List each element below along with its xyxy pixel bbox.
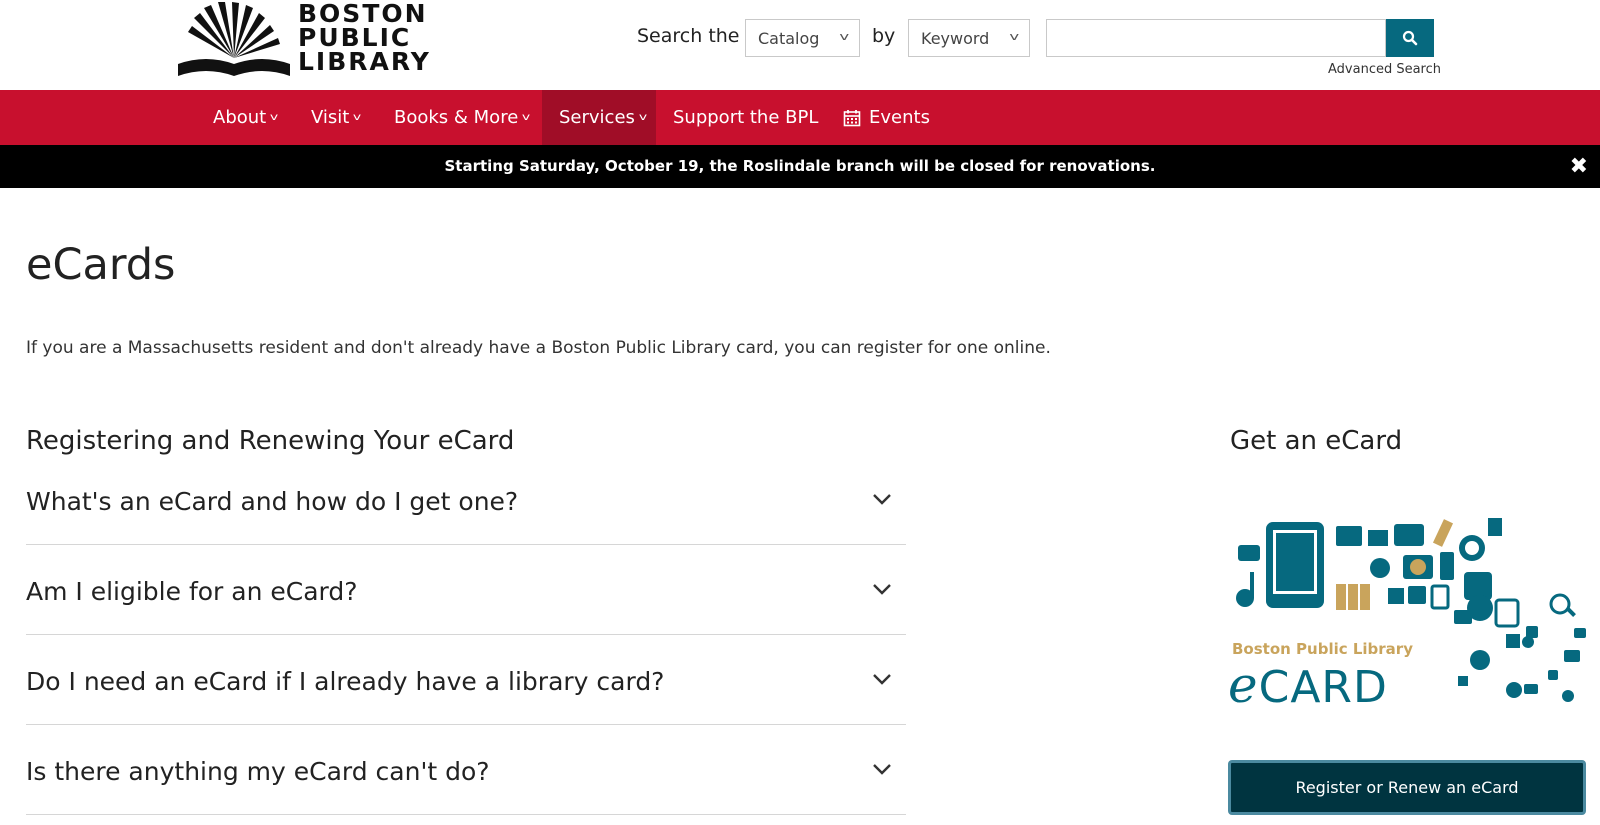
ecard-wordmark-card: CARD — [1258, 662, 1388, 713]
alert-banner: Starting Saturday, October 19, the Rosli… — [0, 145, 1600, 188]
book-fan-logo-icon — [178, 2, 290, 76]
nav-item-label: Services — [559, 107, 635, 128]
logo-line-3: LIBRARY — [298, 47, 431, 76]
search-field-select[interactable]: Keyword v — [908, 19, 1030, 57]
alert-text: Starting Saturday, October 19, the Rosli… — [444, 157, 1156, 175]
main-nav: About v Visit v Books & More v Services … — [0, 90, 1600, 145]
bpl-logo[interactable]: BOSTON PUBLIC LIBRARY — [178, 1, 431, 76]
faq-question: Is there anything my eCard can't do? — [26, 757, 490, 786]
nav-item-events[interactable]: Events — [826, 90, 947, 145]
chevron-down-icon — [873, 674, 891, 685]
close-icon[interactable]: ✖ — [1570, 145, 1588, 188]
section-heading: Registering and Renewing Your eCard — [26, 426, 515, 456]
register-renew-ecard-button[interactable]: Register or Renew an eCard — [1228, 760, 1586, 815]
intro-text: If you are a Massachusetts resident and … — [26, 338, 1051, 358]
nav-item-support[interactable]: Support the BPL — [656, 90, 835, 145]
chevron-down-icon: v — [1009, 30, 1020, 43]
nav-item-label: About — [213, 107, 267, 128]
nav-item-books-more[interactable]: Books & More v — [377, 90, 546, 145]
chevron-down-icon: v — [638, 112, 648, 123]
nav-item-about[interactable]: About v — [196, 90, 294, 145]
faq-question: Do I need an eCard if I already have a l… — [26, 667, 665, 696]
calendar-icon — [843, 109, 861, 126]
by-label: by — [872, 25, 896, 47]
search-button[interactable] — [1386, 19, 1434, 57]
sidebar-heading: Get an eCard — [1230, 426, 1403, 456]
faq-question: Am I eligible for an eCard? — [26, 577, 358, 606]
nav-item-label: Visit — [311, 107, 350, 128]
ecard-wordmark-e: e — [1228, 656, 1259, 714]
faq-accordion: What's an eCard and how do I get one? Am… — [26, 455, 906, 815]
advanced-search-link[interactable]: Advanced Search — [1328, 62, 1441, 77]
site-header: BOSTON PUBLIC LIBRARY Search the Catalog… — [0, 0, 1600, 90]
faq-question: What's an eCard and how do I get one? — [26, 487, 519, 516]
nav-item-label: Books & More — [394, 107, 519, 128]
logo-wordmark: BOSTON PUBLIC LIBRARY — [298, 1, 431, 76]
search-field-value: Keyword — [921, 29, 990, 48]
search-the-label: Search the — [637, 25, 740, 47]
search-scope-value: Catalog — [758, 29, 820, 48]
search-icon — [1402, 30, 1418, 46]
chevron-down-icon — [873, 494, 891, 505]
ecard-wordmark: eCARD — [1228, 656, 1388, 714]
nav-item-label: Support the BPL — [673, 107, 819, 128]
faq-item[interactable]: Is there anything my eCard can't do? — [26, 725, 906, 815]
chevron-down-icon: v — [522, 112, 531, 123]
chevron-down-icon — [873, 764, 891, 775]
nav-item-visit[interactable]: Visit v — [294, 90, 377, 145]
search-scope-select[interactable]: Catalog v — [745, 19, 860, 57]
faq-item[interactable]: Am I eligible for an eCard? — [26, 545, 906, 635]
chevron-down-icon: v — [839, 30, 850, 43]
chevron-down-icon: v — [270, 112, 279, 123]
chevron-down-icon: v — [353, 112, 362, 123]
nav-item-label: Events — [869, 107, 930, 128]
nav-item-services[interactable]: Services v — [542, 90, 656, 145]
search-input[interactable] — [1046, 19, 1386, 57]
faq-item[interactable]: Do I need an eCard if I already have a l… — [26, 635, 906, 725]
faq-item[interactable]: What's an eCard and how do I get one? — [26, 455, 906, 545]
chevron-down-icon — [873, 584, 891, 595]
page-title: eCards — [26, 240, 176, 290]
